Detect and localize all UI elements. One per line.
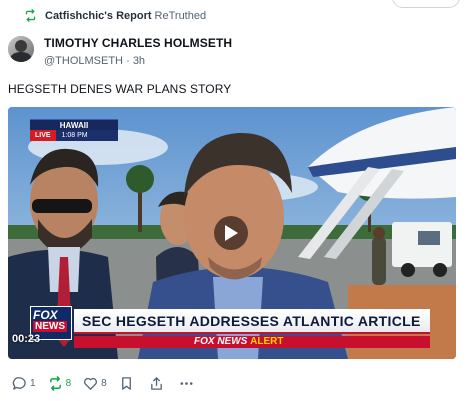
bookmark-button[interactable] — [119, 376, 137, 391]
share-button[interactable] — [149, 376, 167, 391]
chyron-headline: SEC HEGSETH ADDRESSES ATLANTIC ARTICLE — [74, 309, 430, 334]
more-options-button[interactable] — [179, 376, 197, 391]
alert-text: FOX NEWS ALERT — [194, 336, 283, 348]
live-badge: LIVE — [30, 130, 56, 141]
more-dots-icon — [180, 382, 193, 385]
alert-word: ALERT — [250, 336, 284, 347]
retruth-button[interactable]: 8 — [48, 376, 72, 391]
play-button[interactable] — [214, 216, 248, 250]
live-row: LIVE 1:08 PM — [30, 130, 118, 141]
action-bar: 1 8 8 — [12, 376, 209, 391]
like-count: 8 — [101, 378, 107, 389]
live-time: 1:08 PM — [61, 132, 88, 139]
retruth-icon — [25, 9, 36, 22]
author-meta: @THOLMSETH · 3h — [44, 55, 232, 67]
reply-icon — [12, 377, 26, 390]
video-player[interactable]: HAWAII LIVE 1:08 PM FOX NEWS SEC HEGSETH… — [8, 107, 456, 359]
retruth-indicator: Catfishchic's Report ReTruthed — [24, 9, 206, 22]
heart-icon — [84, 377, 98, 390]
post-header: TIMOTHY CHARLES HOLMSETH @THOLMSETH · 3h — [8, 36, 232, 67]
network-logo-top: FOX — [33, 308, 58, 322]
share-icon — [150, 377, 162, 390]
reposter-name[interactable]: Catfishchic's Report — [45, 10, 152, 22]
play-icon — [225, 225, 238, 241]
avatar[interactable] — [8, 36, 34, 62]
alert-brand: FOX NEWS — [194, 336, 248, 347]
top-action-button[interactable] — [392, 0, 460, 8]
retruth-count: 8 — [65, 378, 72, 389]
bookmark-icon — [121, 377, 131, 390]
post-text: HEGSETH DENES WAR PLANS STORY — [8, 82, 232, 96]
author-handle[interactable]: @THOLMSETH — [44, 55, 123, 67]
video-duration: 00:23 — [12, 333, 41, 345]
author-display-name[interactable]: TIMOTHY CHARLES HOLMSETH — [44, 36, 232, 51]
meta-separator: · — [126, 55, 130, 67]
news-chyron: FOX NEWS SEC HEGSETH ADDRESSES ATLANTIC … — [30, 306, 430, 348]
location-label: HAWAII — [30, 119, 118, 130]
reply-count: 1 — [30, 378, 36, 389]
like-button[interactable]: 8 — [83, 376, 107, 391]
reply-button[interactable]: 1 — [12, 376, 36, 391]
alert-bar: FOX NEWS ALERT — [74, 336, 430, 348]
retruth-action-icon — [49, 376, 61, 391]
network-logo-bottom: NEWS — [33, 321, 67, 332]
post-age[interactable]: 3h — [133, 55, 145, 67]
retruth-label: ReTruthed — [154, 9, 207, 22]
location-bug: HAWAII LIVE 1:08 PM — [30, 119, 118, 141]
